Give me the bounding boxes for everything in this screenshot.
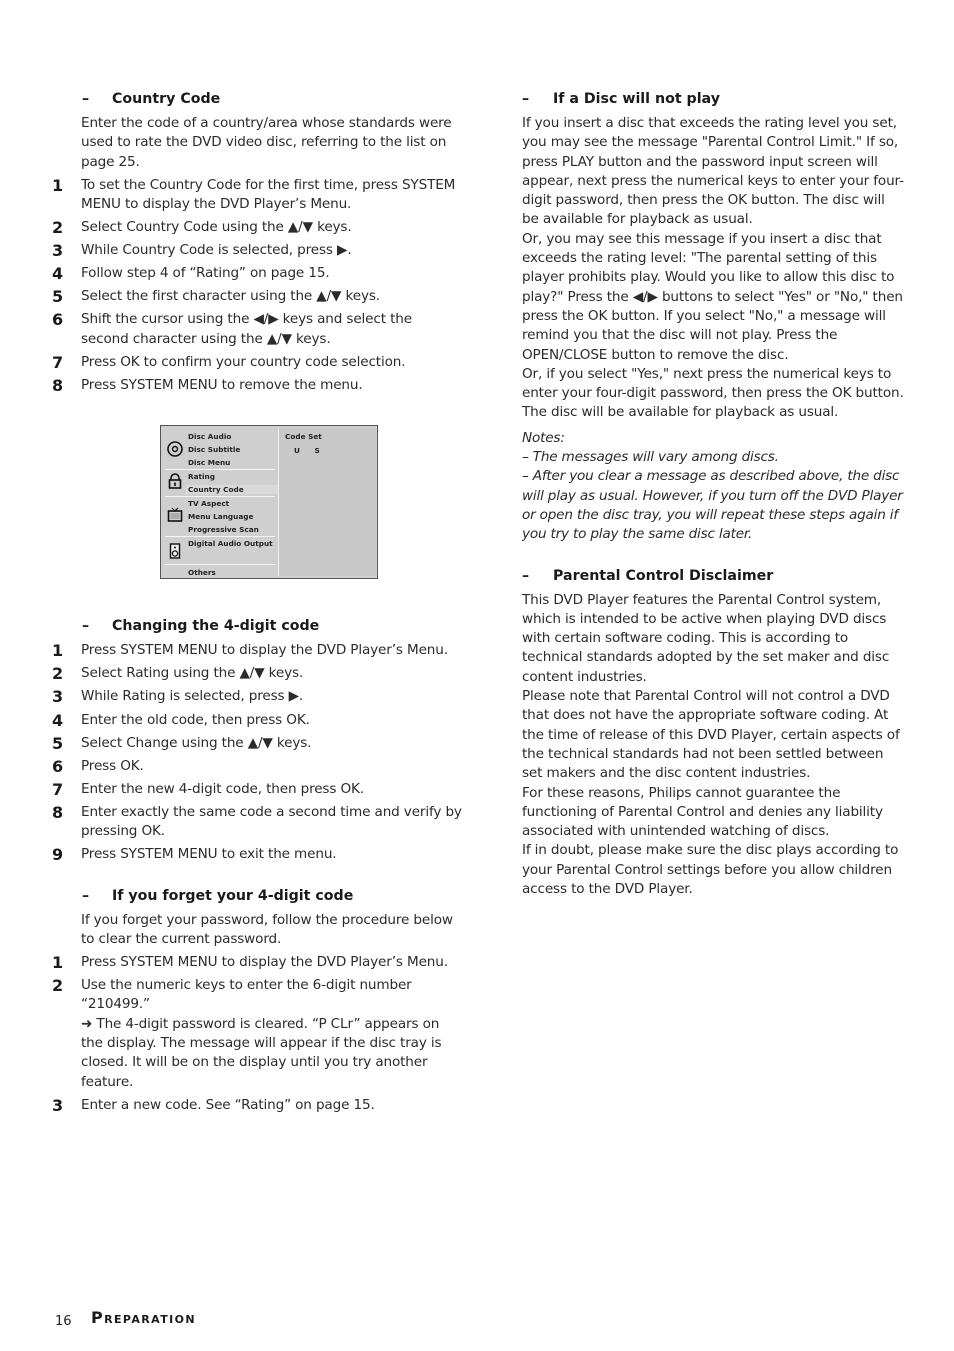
step-item: 3 While Rating is selected, press ▶.: [52, 687, 304, 707]
heading-dash: –: [82, 887, 90, 904]
forget-code-heading: – If you forget your 4-digit code: [52, 885, 462, 907]
heading-dash: –: [82, 91, 90, 107]
disclaimer-heading: – Parental Control Disclaimer: [520, 565, 905, 587]
right-column: – If a Disc will not play If you insert …: [520, 88, 905, 899]
code-set-value[interactable]: U S: [294, 446, 326, 455]
forget-code-steps: 1 Press SYSTEM MENU to display the DVD Pl…: [52, 953, 462, 1115]
heading-dash: –: [522, 91, 530, 107]
heading-dash: –: [522, 567, 530, 584]
menu-item-progressive-scan[interactable]: Progressive Scan: [188, 525, 259, 534]
menu-divider: [165, 536, 275, 538]
disc-not-play-heading: – If a Disc will not play: [520, 88, 905, 110]
menu-item-disc-subtitle[interactable]: Disc Subtitle: [188, 445, 240, 454]
country-code-intro: Enter the code of a country/area whose s…: [81, 115, 452, 170]
step-item: 7 Press OK to confirm your country code s…: [52, 352, 406, 372]
forget-code-intro: If you forget your password, follow the …: [81, 911, 453, 947]
menu-item-country-code[interactable]: Country Code: [186, 485, 282, 495]
step-item: 4 Follow step 4 of “Rating” on page 15.: [52, 264, 330, 284]
menu-item-disc-menu[interactable]: Disc Menu: [188, 458, 230, 467]
page-footer: 16 Preparation: [55, 1308, 195, 1329]
notes-title: Notes:: [522, 429, 565, 446]
menu-divider: [165, 469, 275, 471]
change-code-steps: 1 Press SYSTEM MENU to display the DVD Pl…: [52, 641, 462, 864]
step-item: 5 Select Change using the ▲/▼ keys.: [52, 733, 312, 753]
code-set-label: Code Set: [285, 432, 322, 442]
menu-category-list: Disc Audio Disc Subtitle Disc Menu Ratin…: [163, 428, 282, 577]
change-code-heading: – Changing the 4-digit code: [52, 615, 462, 637]
step-item: 6 Press OK.: [52, 756, 144, 776]
menu-item-others[interactable]: Others: [188, 568, 216, 577]
step-item: 6 Shift the cursor using the ◀/▶ keys and…: [52, 310, 412, 347]
step-item: 7 Enter the new 4-digit code, then press …: [52, 779, 364, 799]
step-item: 3 While Country Code is selected, press ▶…: [52, 241, 352, 261]
country-code-steps: 1 To set the Country Code for the first t…: [52, 176, 462, 396]
menu-item-disc-audio[interactable]: Disc Audio: [188, 432, 231, 441]
step-item: 1 Press SYSTEM MENU to display the DVD Pl…: [52, 641, 448, 661]
paragraph: This DVD Player features the Parental Co…: [522, 591, 890, 685]
paragraph: Please note that Parental Control will n…: [522, 688, 900, 782]
heading-dash: –: [82, 618, 90, 635]
menu-divider: [165, 564, 275, 566]
paragraph: For these reasons, Philips cannot guaran…: [522, 784, 883, 840]
paragraph: If you insert a disc that exceeds the ra…: [522, 115, 904, 228]
speaker-icon: [167, 543, 183, 559]
step-item: 1 To set the Country Code for the first t…: [52, 175, 456, 212]
step-item: 4 Enter the old code, then press OK.: [52, 710, 310, 730]
step-item: 2 Use the numeric keys to enter the 6-dig…: [52, 976, 462, 1092]
step-item: 8 Enter exactly the same code a second ti…: [52, 802, 462, 840]
step-item: 8 Press SYSTEM MENU to remove the menu.: [52, 375, 363, 395]
paragraph: Or, you may see this message if you inse…: [522, 230, 903, 363]
menu-item-menu-language[interactable]: Menu Language: [188, 512, 253, 521]
note-item: – The messages will vary among discs.: [522, 449, 779, 466]
paragraph: If in doubt, please make sure the disc p…: [522, 842, 899, 897]
menu-item-tv-aspect[interactable]: TV Aspect: [188, 499, 229, 508]
disc-icon: [167, 441, 183, 458]
left-column: – Country Code Enter the code of a count…: [52, 88, 462, 1115]
menu-divider: [165, 496, 275, 498]
dvd-menu-screenshot: Disc Audio Disc Subtitle Disc Menu Ratin…: [160, 425, 378, 580]
step-item: 2 Select Rating using the ▲/▼ keys.: [52, 664, 304, 684]
menu-detail-panel: Code Set U S: [278, 428, 376, 577]
step-item: 3 Enter a new code. See “Rating” on page …: [52, 1095, 375, 1115]
country-code-heading: – Country Code: [52, 88, 462, 110]
menu-item-digital-audio-output[interactable]: Digital Audio Output: [188, 539, 273, 548]
step-item: 5 Select the first character using the ▲/…: [52, 287, 380, 307]
section-title: Preparation: [91, 1308, 196, 1327]
step-result: ➜ The 4-digit password is cleared. “P CL…: [81, 1015, 442, 1090]
menu-item-rating[interactable]: Rating: [188, 472, 215, 481]
page-number: 16: [55, 1314, 72, 1329]
tv-icon: [167, 507, 183, 523]
paragraph: Or, if you select "Yes," next press the …: [522, 365, 904, 421]
step-item: 1 Press SYSTEM MENU to display the DVD Pl…: [52, 952, 448, 972]
step-item: 9 Press SYSTEM MENU to exit the menu.: [52, 845, 337, 865]
note-item: – After you clear a message as described…: [522, 468, 903, 543]
step-item: 2 Select Country Code using the ▲/▼ keys.: [52, 218, 352, 238]
lock-icon: [167, 473, 183, 490]
